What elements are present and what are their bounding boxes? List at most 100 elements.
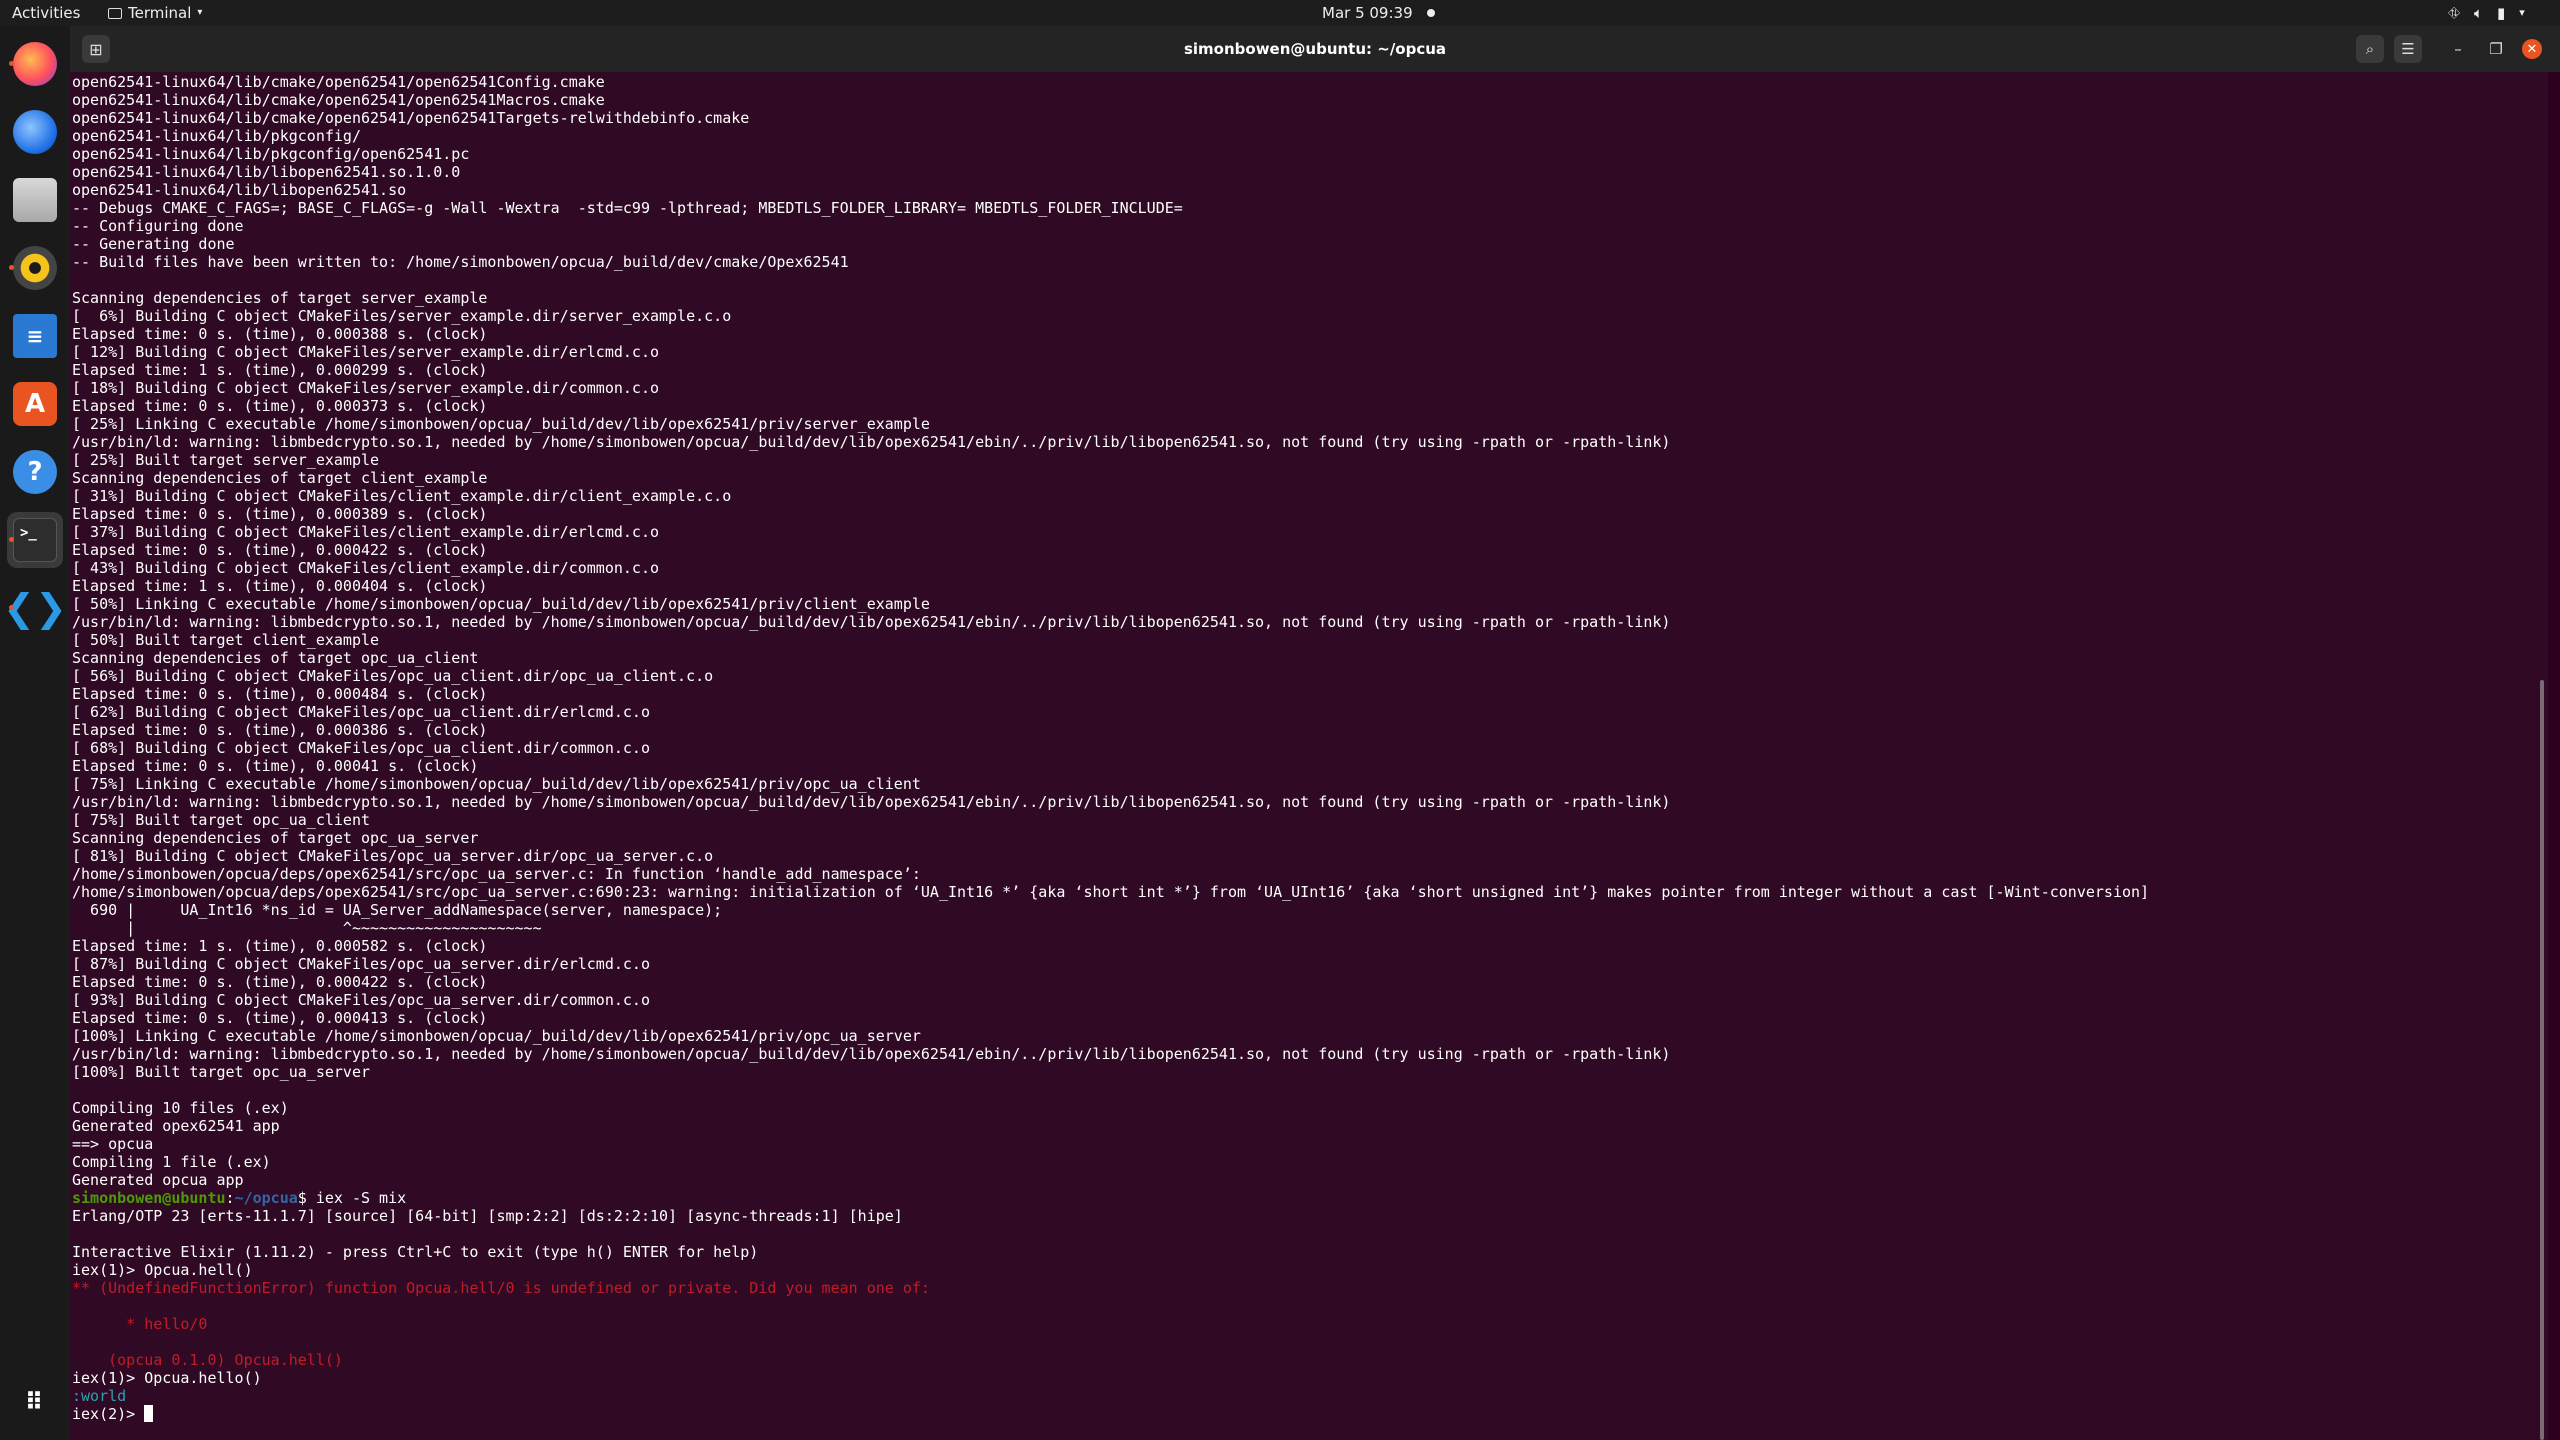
dock-terminal[interactable]: >_ (7, 512, 63, 568)
terminal-line-text: [ 75%] Built target opc_ua_client (72, 811, 371, 829)
terminal-line-text: Elapsed time: 0 s. (time), 0.000389 s. (… (72, 505, 488, 523)
dock-thunderbird[interactable] (7, 104, 63, 160)
app-menu[interactable]: Terminal ▾ (108, 0, 202, 26)
dock-vscode[interactable]: ❮❯ (3, 580, 67, 636)
terminal-line: (opcua 0.1.0) Opcua.hell() (72, 1351, 2548, 1369)
terminal-line: Elapsed time: 1 s. (time), 0.000582 s. (… (72, 937, 2548, 955)
terminal-line-text: ** (UndefinedFunctionError) function Opc… (72, 1279, 930, 1297)
restore-icon: ❐ (2489, 40, 2503, 58)
terminal-line-text: Elapsed time: 1 s. (time), 0.000582 s. (… (72, 937, 488, 955)
terminal-line: open62541-linux64/lib/cmake/open62541/op… (72, 109, 2548, 127)
menu-button[interactable]: ☰ (2394, 35, 2422, 63)
minimize-button[interactable]: – (2444, 35, 2472, 63)
terminal-line: iex(2)> (72, 1405, 2548, 1423)
terminal-line-text: -- Generating done (72, 235, 235, 253)
terminal-line: open62541-linux64/lib/cmake/open62541/op… (72, 73, 2548, 91)
system-tray[interactable]: ⛗ 🔈︎ ▮ ▾ (2448, 0, 2525, 26)
terminal-line: [ 25%] Linking C executable /home/simonb… (72, 415, 2548, 433)
terminal-line-text: [ 93%] Building C object CMakeFiles/opc_… (72, 991, 650, 1009)
terminal-line-text: | ^~~~~~~~~~~~~~~~~~~~~~ (72, 919, 542, 937)
terminal-line: * hello/0 (72, 1315, 2548, 1333)
terminal-line-text: 690 | UA_Int16 *ns_id = UA_Server_addNam… (72, 901, 723, 919)
minimize-icon: – (2454, 40, 2462, 58)
terminal-line-text: /usr/bin/ld: warning: libmbedcrypto.so.1… (72, 433, 1671, 451)
terminal-line-text: -- Debugs CMAKE_C_FAGS=; BASE_C_FLAGS=-g… (72, 199, 1183, 217)
terminal-line: /usr/bin/ld: warning: libmbedcrypto.so.1… (72, 793, 2548, 811)
terminal-line-text: Generated opex62541 app (72, 1117, 280, 1135)
clock[interactable]: Mar 5 09:39 (1322, 0, 1435, 26)
running-indicator-icon (9, 265, 14, 270)
dock-firefox[interactable] (7, 36, 63, 92)
prompt-command: $ iex -S mix (297, 1189, 407, 1207)
top-bar: Activities Terminal ▾ Mar 5 09:39 ⛗ 🔈︎ ▮… (0, 0, 2560, 26)
terminal-line-text: [ 6%] Building C object CMakeFiles/serve… (72, 307, 732, 325)
terminal-line-text: [ 87%] Building C object CMakeFiles/opc_… (72, 955, 650, 973)
battery-icon: ▮ (2497, 4, 2506, 22)
terminal-line-text: /usr/bin/ld: warning: libmbedcrypto.so.1… (72, 613, 1671, 631)
search-icon: ⌕ (2365, 40, 2375, 58)
dock-show-apps[interactable]: ⠿ (7, 1374, 63, 1430)
running-indicator-icon (9, 61, 14, 66)
terminal-line: Interactive Elixir (1.11.2) - press Ctrl… (72, 1243, 2548, 1261)
terminal-line: [ 68%] Building C object CMakeFiles/opc_… (72, 739, 2548, 757)
terminal-line: open62541-linux64/lib/pkgconfig/ (72, 127, 2548, 145)
terminal-line: [ 31%] Building C object CMakeFiles/clie… (72, 487, 2548, 505)
terminal-line-text: ==> opcua (72, 1135, 154, 1153)
terminal-line-text: Compiling 10 files (.ex) (72, 1099, 289, 1117)
terminal-line-text: [ 50%] Built target client_example (72, 631, 380, 649)
close-button[interactable]: ✕ (2522, 39, 2542, 59)
search-button[interactable]: ⌕ (2356, 35, 2384, 63)
clock-label: Mar 5 09:39 (1322, 4, 1413, 22)
maximize-button[interactable]: ❐ (2482, 35, 2510, 63)
terminal-line-text: [ 62%] Building C object CMakeFiles/opc_… (72, 703, 650, 721)
terminal-line: ** (UndefinedFunctionError) function Opc… (72, 1279, 2548, 1297)
terminal-line: -- Build files have been written to: /ho… (72, 253, 2548, 271)
hamburger-icon: ☰ (2401, 40, 2415, 58)
terminal-line: /usr/bin/ld: warning: libmbedcrypto.so.1… (72, 1045, 2548, 1063)
dock-help[interactable]: ? (7, 444, 63, 500)
terminal-line: -- Configuring done (72, 217, 2548, 235)
terminal-line-text: -- Configuring done (72, 217, 244, 235)
terminal-line: [ 75%] Linking C executable /home/simonb… (72, 775, 2548, 793)
terminal-line-text: Elapsed time: 1 s. (time), 0.000404 s. (… (72, 577, 488, 595)
terminal-line-text: Generated opcua app (72, 1171, 244, 1189)
prompt-separator: : (225, 1189, 235, 1207)
terminal-line-text: Elapsed time: 0 s. (time), 0.000373 s. (… (72, 397, 488, 415)
terminal-line: Generated opex62541 app (72, 1117, 2548, 1135)
dock-rhythmbox[interactable] (7, 240, 63, 296)
terminal-line: -- Generating done (72, 235, 2548, 253)
terminal-line-text: [ 31%] Building C object CMakeFiles/clie… (72, 487, 732, 505)
terminal-output[interactable]: open62541-linux64/lib/cmake/open62541/op… (70, 72, 2548, 1440)
rhythmbox-icon (13, 246, 57, 290)
terminal-line-text: [100%] Linking C executable /home/simonb… (72, 1027, 921, 1045)
terminal-line-text: Scanning dependencies of target opc_ua_c… (72, 649, 479, 667)
terminal-line-text: open62541-linux64/lib/cmake/open62541/op… (72, 73, 605, 91)
terminal-line-text: /home/simonbowen/opcua/deps/opex62541/sr… (72, 865, 921, 883)
scrollbar[interactable] (2540, 680, 2544, 1440)
terminal-line: [ 43%] Building C object CMakeFiles/clie… (72, 559, 2548, 577)
terminal-line: iex(1)> Opcua.hello() (72, 1369, 2548, 1387)
help-icon: ? (13, 450, 57, 494)
terminal-line-text: [ 43%] Building C object CMakeFiles/clie… (72, 559, 659, 577)
terminal-line-text: open62541-linux64/lib/libopen62541.so.1.… (72, 163, 461, 181)
tray-caret-icon: ▾ (2519, 6, 2525, 19)
vscode-icon: ❮❯ (3, 586, 67, 630)
terminal-line-text: :world (72, 1387, 127, 1405)
running-indicator-icon (9, 537, 14, 542)
dock-writer[interactable]: ≡ (7, 308, 63, 364)
volume-icon: 🔈︎ (2474, 4, 2484, 22)
thunderbird-icon (13, 110, 57, 154)
terminal-line-text: open62541-linux64/lib/cmake/open62541/op… (72, 91, 605, 109)
terminal-line-text: * hello/0 (72, 1315, 208, 1333)
terminal-line-text: /usr/bin/ld: warning: libmbedcrypto.so.1… (72, 793, 1671, 811)
activities-button[interactable]: Activities (12, 0, 80, 26)
new-tab-icon: ⊞ (89, 39, 103, 59)
terminal-line-text: Elapsed time: 1 s. (time), 0.000299 s. (… (72, 361, 488, 379)
new-tab-button[interactable]: ⊞ (82, 35, 110, 63)
dock-files[interactable] (7, 172, 63, 228)
terminal-line-text: [ 68%] Building C object CMakeFiles/opc_… (72, 739, 650, 757)
prompt-path: ~/opcua (234, 1189, 298, 1207)
dock-software[interactable]: A (7, 376, 63, 432)
terminal-line: Elapsed time: 0 s. (time), 0.00041 s. (c… (72, 757, 2548, 775)
